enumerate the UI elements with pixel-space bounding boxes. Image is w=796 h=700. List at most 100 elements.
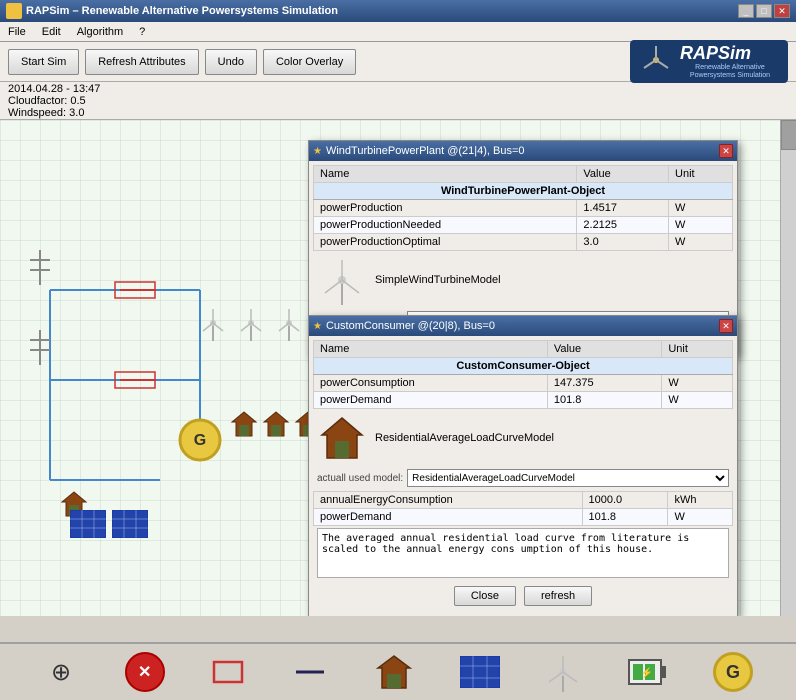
maximize-button[interactable]: □ (756, 4, 772, 18)
consumer-group-row: CustomConsumer-Object (314, 358, 733, 375)
power-production-needed-name: powerProductionNeeded (314, 217, 577, 234)
pylon-left-bottom (30, 330, 50, 365)
col-name-header: Name (314, 166, 577, 183)
house-tool-item[interactable] (374, 652, 414, 692)
wind-turbine-model-icon (317, 255, 367, 305)
wind-model-label: SimpleWindTurbineModel (375, 274, 501, 286)
table-row: powerProduction 1.4517 W (314, 200, 733, 217)
canvas-turbine-3 (276, 305, 302, 341)
solar-panel-2 (112, 510, 148, 538)
svg-text:⚡: ⚡ (641, 666, 653, 679)
close-button[interactable]: Close (454, 586, 516, 606)
battery-tool-item[interactable]: ⚡ (627, 654, 667, 690)
bottom-toolbar: ⊕ ✕ (0, 642, 796, 700)
svg-text:⊕: ⊕ (51, 659, 71, 686)
app-title: RAPSim – Renewable Alternative Powersyst… (26, 5, 338, 17)
power-consumption-unit: W (662, 375, 733, 392)
table-row: powerProductionOptimal 3.0 W (314, 234, 733, 251)
battery-bottom-icon: ⚡ (627, 654, 667, 690)
canvas-turbine-2 (238, 305, 264, 341)
undo-button[interactable]: Undo (205, 49, 257, 75)
consumer-model-row: ResidentialAverageLoadCurveModel (313, 409, 733, 467)
solar-bottom-icon (460, 656, 500, 688)
menu-help[interactable]: ? (135, 25, 149, 39)
close-button[interactable]: ✕ (774, 4, 790, 18)
logo-text: RAPSim (680, 43, 780, 64)
power-demand2-name: powerDemand (314, 509, 583, 526)
main-toolbar: Start Sim Refresh Attributes Undo Color … (0, 42, 796, 82)
wire-tool-item[interactable] (292, 654, 328, 690)
power-production-optimal-unit: W (669, 234, 733, 251)
annual-energy-name: annualEnergyConsumption (314, 492, 583, 509)
menu-algorithm[interactable]: Algorithm (73, 25, 127, 39)
menu-file[interactable]: File (4, 25, 30, 39)
title-bar: RAPSim – Renewable Alternative Powersyst… (0, 0, 796, 22)
wind-turbine-model-row: SimpleWindTurbineModel (313, 251, 733, 309)
table-row: powerProductionNeeded 2.2125 W (314, 217, 733, 234)
turbine-bottom-icon (545, 652, 581, 692)
consumer-model-select[interactable]: ResidentialAverageLoadCurveModel (407, 469, 729, 487)
consumer-model-dropdown-row: actuall used model: ResidentialAverageLo… (313, 467, 733, 489)
col-unit-header: Unit (669, 166, 733, 183)
box-icon (210, 654, 246, 690)
consumer-col-value: Value (547, 341, 661, 358)
pylon-left-top (30, 250, 50, 285)
power-production-unit: W (669, 200, 733, 217)
power-production-needed-value: 2.2125 (577, 217, 669, 234)
refresh-attributes-button[interactable]: Refresh Attributes (85, 49, 198, 75)
house-bottom-icon (374, 652, 414, 692)
move-tool-item[interactable]: ⊕ (43, 654, 79, 690)
house-icon-2 (262, 410, 290, 438)
canvas-scrollbar[interactable] (780, 120, 796, 616)
start-sim-button[interactable]: Start Sim (8, 49, 79, 75)
consumer-actuall-label: actuall used model: (317, 473, 403, 484)
consumer-dialog-star-icon: ★ (313, 321, 322, 332)
logo-subtitle: Renewable Alternative Powersystems Simul… (680, 64, 780, 81)
wire-icon (292, 654, 328, 690)
table-row: powerDemand 101.8 W (314, 509, 733, 526)
cloudfactor-label: Cloudfactor: 0.5 (8, 95, 788, 107)
wind-turbine-table-header: Name Value Unit (314, 166, 733, 183)
consumer-col-name: Name (314, 341, 548, 358)
refresh-button[interactable]: refresh (524, 586, 592, 606)
table-row: powerConsumption 147.375 W (314, 375, 733, 392)
info-bar: 2014.04.28 - 13:47 Cloudfactor: 0.5 Wind… (0, 82, 796, 120)
solar-group (70, 510, 148, 538)
canvas-area: G (0, 120, 796, 616)
custom-consumer-properties-table: Name Value Unit CustomConsumer-Object po… (313, 340, 733, 409)
solar-tool-item[interactable] (460, 656, 500, 688)
turbine-tool-item[interactable] (545, 652, 581, 692)
custom-consumer-close-button[interactable]: ✕ (719, 319, 733, 333)
line-tool-item[interactable] (210, 654, 246, 690)
color-overlay-button[interactable]: Color Overlay (263, 49, 356, 75)
canvas-turbine-1 (200, 305, 226, 341)
power-production-optimal-name: powerProductionOptimal (314, 234, 577, 251)
consumer-extra-table: annualEnergyConsumption 1000.0 kWh power… (313, 491, 733, 526)
logo-turbine-icon (638, 42, 674, 78)
solar-panel-1 (70, 510, 106, 538)
move-icon: ⊕ (43, 654, 79, 690)
power-production-name: powerProduction (314, 200, 577, 217)
scrollbar-thumb[interactable] (781, 120, 796, 150)
wind-turbine-dialog-titlebar[interactable]: ★ WindTurbinePowerPlant @(21|4), Bus=0 ✕ (309, 141, 737, 161)
windspeed-label: Windspeed: 3.0 (8, 107, 788, 119)
wind-turbine-close-button[interactable]: ✕ (719, 144, 733, 158)
power-demand-name: powerDemand (314, 392, 548, 409)
annual-energy-unit: kWh (668, 492, 733, 509)
custom-consumer-dialog-title: CustomConsumer @(20|8), Bus=0 (326, 320, 495, 332)
wind-turbine-dialog-title: WindTurbinePowerPlant @(21|4), Bus=0 (326, 145, 525, 157)
custom-consumer-dialog: ★ CustomConsumer @(20|8), Bus=0 ✕ Name V… (308, 315, 738, 616)
wind-turbine-properties-table: Name Value Unit WindTurbinePowerPlant-Ob… (313, 165, 733, 251)
generator-label: G (194, 432, 206, 449)
minimize-button[interactable]: _ (738, 4, 754, 18)
delete-button[interactable]: ✕ (125, 652, 165, 692)
custom-consumer-dialog-titlebar[interactable]: ★ CustomConsumer @(20|8), Bus=0 ✕ (309, 316, 737, 336)
consumer-table-header: Name Value Unit (314, 341, 733, 358)
table-row: powerDemand 101.8 W (314, 392, 733, 409)
power-production-needed-unit: W (669, 217, 733, 234)
datetime-label: 2014.04.28 - 13:47 (8, 83, 788, 95)
menu-edit[interactable]: Edit (38, 25, 65, 39)
consumer-model-label: ResidentialAverageLoadCurveModel (375, 432, 554, 444)
power-demand2-unit: W (668, 509, 733, 526)
grid-tool-button[interactable]: G (713, 652, 753, 692)
